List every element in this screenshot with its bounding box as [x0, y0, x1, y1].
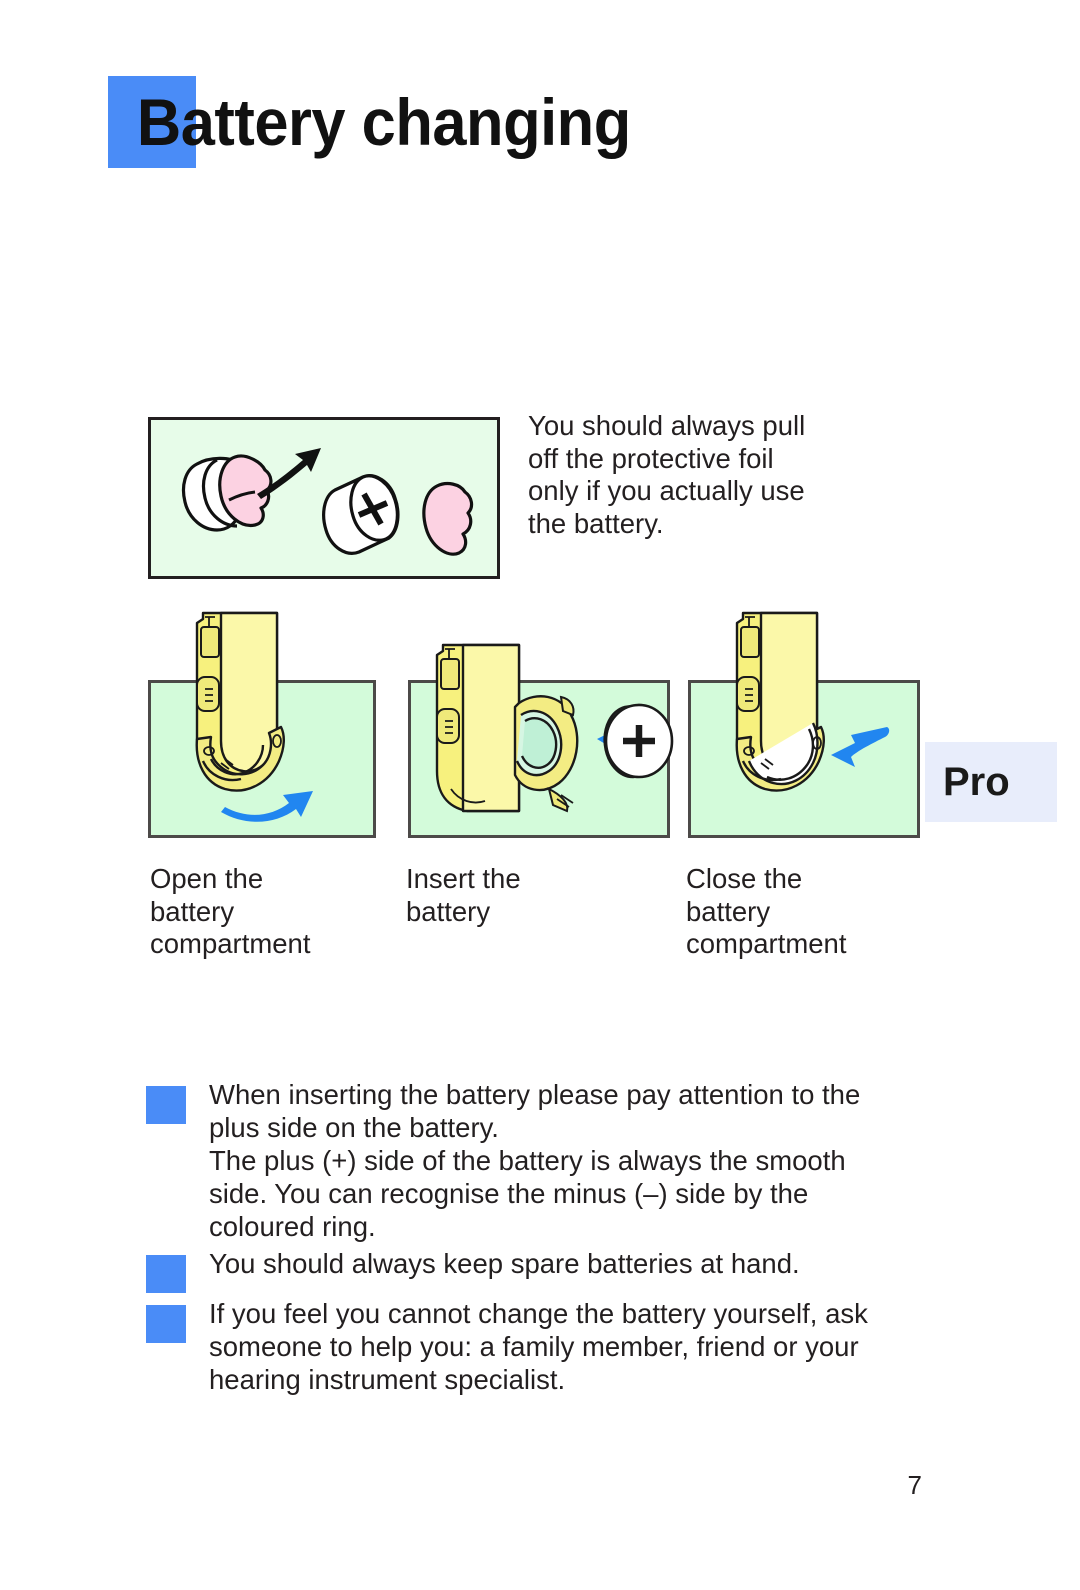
- foil-note-line: only if you actually use: [528, 475, 805, 506]
- battery-peel-foil-icon: [151, 420, 497, 576]
- pro-badge: Pro: [925, 742, 1057, 822]
- page-title: Battery changing: [108, 76, 670, 168]
- hearing-aid-close-icon: [691, 611, 917, 843]
- note-line: When inserting the battery please pay at…: [209, 1079, 861, 1110]
- caption-line: Close the: [686, 863, 803, 894]
- note-line: hearing instrument specialist.: [209, 1364, 566, 1395]
- step-caption-close: Close the battery compartment: [686, 863, 946, 961]
- list-item: When inserting the battery please pay at…: [146, 1078, 936, 1243]
- illustration-panel-close-compartment: [688, 611, 920, 838]
- caption-line: Open the: [150, 863, 264, 894]
- bullet-square-icon: [146, 1305, 186, 1343]
- step-caption-open: Open the battery compartment: [150, 863, 400, 961]
- step-caption-insert: Insert the battery: [406, 863, 656, 928]
- foil-note-line: off the protective foil: [528, 442, 774, 474]
- caption-line: compartment: [686, 928, 847, 959]
- notes-list: When inserting the battery please pay at…: [146, 1078, 936, 1400]
- caption-line: battery: [406, 895, 491, 927]
- pro-badge-label: Pro: [943, 759, 1010, 804]
- bullet-square-icon: [146, 1086, 186, 1124]
- note-text: You should always keep spare batteries a…: [186, 1247, 800, 1280]
- note-text: If you feel you cannot change the batter…: [186, 1297, 868, 1396]
- caption-line: Insert the: [406, 863, 521, 894]
- note-text: When inserting the battery please pay at…: [186, 1078, 860, 1243]
- illustration-panel-open-compartment: [148, 611, 376, 838]
- note-line: plus side on the battery.: [209, 1112, 499, 1143]
- note-line: You should always keep spare batteries a…: [209, 1248, 800, 1279]
- list-item: You should always keep spare batteries a…: [146, 1247, 936, 1293]
- illustration-panel-insert-battery: [408, 643, 674, 838]
- note-line: someone to help you: a family member, fr…: [209, 1331, 859, 1362]
- note-line: side. You can recognise the minus (–) si…: [209, 1178, 809, 1209]
- foil-note-line: You should always pull: [528, 410, 806, 441]
- list-item: If you feel you cannot change the batter…: [146, 1297, 936, 1396]
- illustration-panel-protective-foil: [148, 417, 500, 579]
- note-line: If you feel you cannot change the batter…: [209, 1298, 868, 1329]
- note-line: The plus (+) side of the battery is alwa…: [209, 1145, 846, 1176]
- note-line: coloured ring.: [209, 1211, 376, 1242]
- foil-note-line: the battery.: [528, 507, 664, 539]
- protective-foil-note: You should always pull off the protectiv…: [528, 410, 868, 540]
- hearing-aid-open-icon: [151, 611, 373, 843]
- page-number: 7: [907, 1470, 922, 1500]
- hearing-aid-insert-battery-icon: [411, 611, 674, 843]
- bullet-square-icon: [146, 1255, 186, 1293]
- caption-line: compartment: [150, 928, 311, 959]
- page-title-text: Battery changing: [136, 85, 631, 159]
- caption-line: battery: [686, 895, 771, 927]
- caption-line: battery: [150, 895, 235, 927]
